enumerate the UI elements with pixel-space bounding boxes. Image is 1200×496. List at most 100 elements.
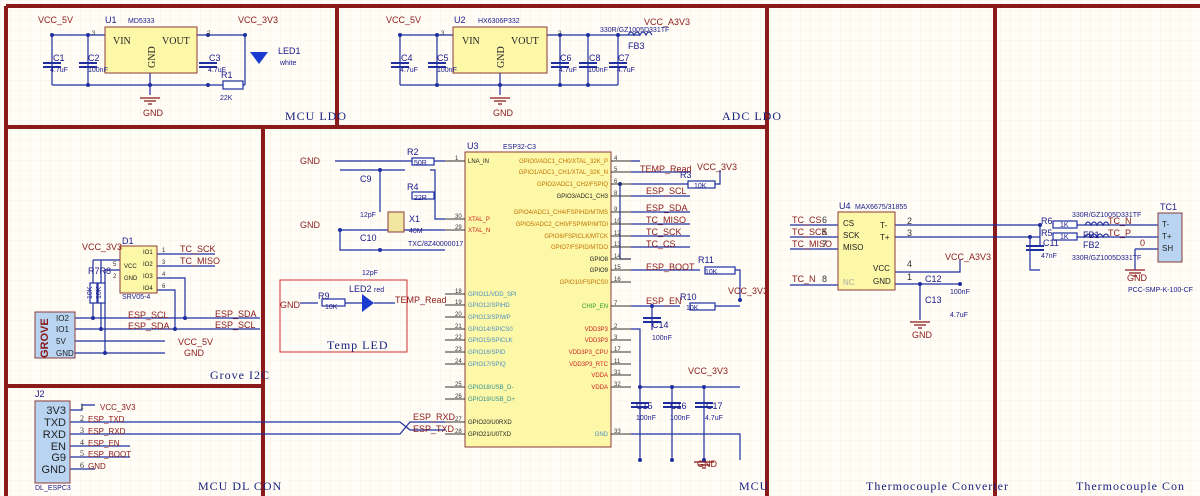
d1-pin-label: IO4 [143,286,153,292]
junction-dot [148,83,152,87]
u2-part: HX6306P332 [478,18,520,25]
gnd-label: GND [300,156,321,166]
c7-value: 4.7uF [617,67,635,74]
j2-net-label: GND [88,462,106,471]
grove-pin-label: GND [56,349,74,358]
section-title-thermocouple-converter: Thermocouple Converter [866,479,1009,493]
r1-designator: R1 [221,70,233,80]
u3-pin-label: GPIO6/FSPICLK/MTCK [544,234,608,240]
net-temp-read: TEMP_Read [395,295,447,305]
c4-value: 4.7uF [400,67,418,74]
d1-pin-label: IO3 [143,274,153,280]
c15-value: 100nF [636,415,656,422]
j2-net-label: ESP_EN [88,439,120,448]
c7-designator: C7 [618,53,630,63]
c6-designator: C6 [560,53,572,63]
u2-vin: VIN [462,36,480,47]
u4-pin-label: CS [843,219,854,228]
junction-dot [378,248,382,252]
u3-pin-label: XTAL_N [468,228,490,234]
j2-net-label: ESP_TXD [88,415,125,424]
net-tc-miso: TC_MISO [646,215,686,225]
net-esp-scl: ESP_SCL [128,310,169,320]
junction-dot [243,33,247,37]
j2-part: DL_ESPC3 [35,485,71,492]
r5-designator: R5 [1041,228,1053,238]
gnd-label: GND [912,330,933,340]
c13-designator: C13 [925,295,942,305]
r3-value: 10K [694,183,707,190]
u3-pin-label: VDD3P3_CPU [569,350,608,356]
junction-dot [670,385,674,389]
u4-pin-number: 4 [907,259,912,269]
u3-pin-number: 19 [455,300,462,306]
u3-pin-label: GPIO7/FSPID/MTDO [551,245,608,251]
fb3-value: 330R/GZ1005D331TF [600,27,669,34]
u3-pin-number: 14 [614,254,621,260]
u3-pin-label: GPIO3/ADC1_CH3 [557,194,609,200]
net-vcc-5v: VCC_5V [386,15,421,25]
u3-pin-label: GPIO1/ADC1_CH1/XTAL_32K_N [519,170,608,176]
schematic-canvas: VCC_5V U1 MD5333 VIN VOUT GND 3 2 C1 4.7… [0,0,1200,496]
u2-gnd: GND [496,46,507,68]
temp-led-title: Temp LED [327,338,388,352]
c5-value: 100nF [437,67,457,74]
x1-designator: X1 [409,214,420,224]
fb3-designator: FB3 [628,41,645,51]
x1-crystal-body[interactable] [387,211,405,233]
u3-pin-label: GPIO10/FSPICS0 [560,280,609,286]
r1-value: 22K [220,95,233,102]
net-esp-sda: ESP_SDA [215,309,257,319]
r11-designator: R11 [698,255,714,265]
c5-designator: C5 [437,53,449,63]
gnd-label: GND [143,108,164,118]
j2-pin-number: 3 [80,426,84,435]
u3-pin-label: VDD3P3_RTC [569,362,609,368]
d1-pin-label: GND [124,276,138,282]
r5-value: 1K [1060,234,1069,241]
junction-dot [338,228,342,232]
j2-pin-number: 4 [80,438,84,447]
u4-pin-label: SCK [843,231,860,240]
net-vcc-5v: VCC_5V [38,15,73,25]
u4-net-label: TC_N [792,274,816,284]
u4-pin-number: 1 [907,272,912,282]
c4-designator: C4 [401,53,413,63]
r9-value: 10K [325,304,338,311]
c15-designator: C15 [636,401,653,411]
d1-part: SRV05-4 [122,294,150,301]
u4-pin-label: VCC [873,264,890,273]
c11-value: 47nF [1041,253,1057,260]
j2-net-label: VCC_3V3 [100,403,136,412]
c10-value: 12pF [362,270,378,277]
grove-pin-label: 5V [56,337,66,346]
grove-pin-label: IO1 [56,325,69,334]
u1-part: MD5333 [128,18,155,25]
j2-pin-label: 3V3 [46,405,66,417]
j2-pin-label: TXD [44,417,66,429]
grove-connector-label: GROVE [39,318,51,358]
junction-dot [638,385,642,389]
gnd-label: GND [184,348,205,358]
section-title-thermocouple-con: Thermocouple Con [1076,479,1185,493]
c16-value: 100nF [670,415,690,422]
net-tc-cs: TC_CS [646,239,676,249]
r4-designator: R4 [407,182,419,192]
u3-pin-number: 18 [455,289,462,295]
r10-designator: R10 [680,292,697,302]
net-esp-scl: ESP_SCL [215,320,256,330]
u3-pin-number: 20 [455,312,462,318]
u4-pin-number: 7 [822,239,827,249]
gnd-label: GND [493,108,514,118]
j2-net-label: ESP_BOOT [88,450,131,459]
junction-dot [103,351,107,355]
u3-pin-number: 12 [614,231,621,237]
net-tc-p: TC_P [1108,228,1131,238]
junction-dot [702,385,706,389]
u3-pin-label: GND [595,432,609,438]
u3-pin-number: 33 [614,429,621,435]
u4-part: MAX6675/31855 [855,204,907,211]
c17-value: 4.7uF [705,415,723,422]
c2-value: 100nF [88,67,108,74]
u3-pin-label: GPIO15/SPICLK [468,338,513,344]
